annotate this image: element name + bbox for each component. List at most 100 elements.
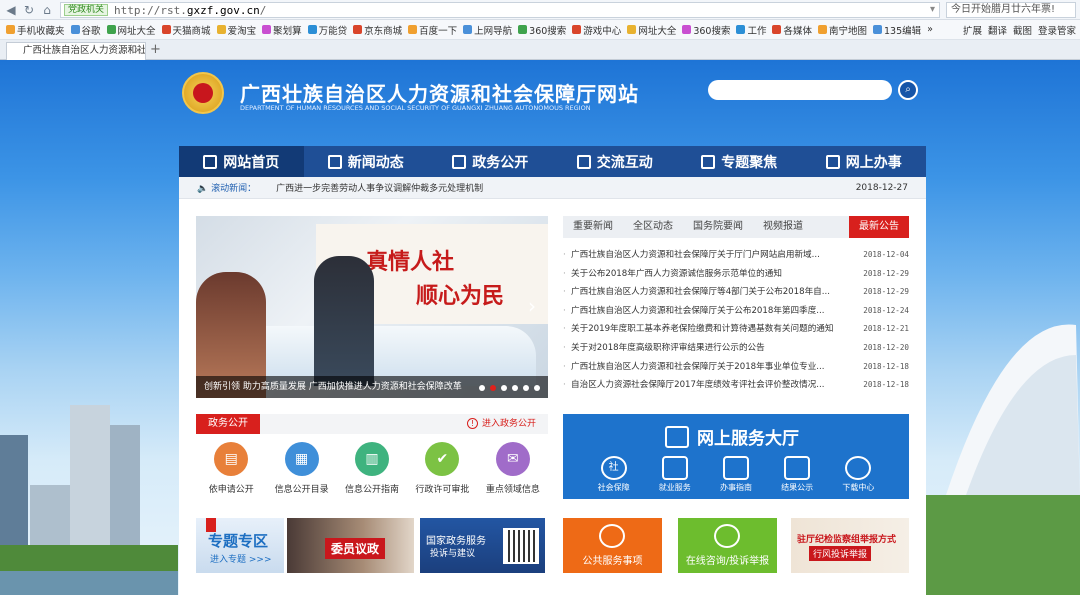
nav-topics[interactable]: 专题聚焦 <box>677 146 802 177</box>
gov-open-item[interactable]: ✔ 行政许可审批 <box>407 442 477 502</box>
topic-zone-banner[interactable]: 专题专区 进入专题 >>> <box>196 518 284 573</box>
online-service-hall[interactable]: 网上服务大厅 社社会保障 就业服务 办事指南 结果公示 下载中心 <box>563 414 909 499</box>
bookmark-item[interactable]: 手机收藏夹 <box>6 23 65 37</box>
bookmark-icon <box>627 25 637 34</box>
tab-strip: 广西壮族自治区人力资源和社 × + <box>0 40 1080 60</box>
slide-dot[interactable] <box>523 385 529 391</box>
bookmark-item[interactable]: 京东商城 <box>353 23 402 37</box>
monitor-icon <box>825 154 840 169</box>
committee-banner[interactable]: 委员议政 <box>287 518 414 573</box>
search-icon[interactable]: ⌕ <box>898 80 918 100</box>
toolbar-item[interactable]: 扩展 <box>963 23 982 37</box>
bookmark-item[interactable]: 爱淘宝 <box>216 23 256 37</box>
slide-caption-text: 创新引领 助力高质量发展 广西加快推进人力资源和社会保障改革 <box>204 382 462 392</box>
gov-service-banner[interactable]: 国家政务服务 投诉与建议 <box>420 518 545 573</box>
slide-dot[interactable] <box>479 385 485 391</box>
hall-item[interactable]: 办事指南 <box>720 456 752 493</box>
gov-open-item-label: 重点领域信息 <box>485 485 540 495</box>
home-icon[interactable]: ⌂ <box>40 3 54 17</box>
gov-open-item[interactable]: ▤ 依申请公开 <box>196 442 266 502</box>
bookmark-item[interactable]: 万能贷 <box>307 23 347 37</box>
news-tab[interactable]: 重要新闻 <box>563 216 623 238</box>
bookmark-item[interactable]: 各媒体 <box>772 23 812 37</box>
bookmark-item[interactable]: 网址大全 <box>106 23 156 37</box>
news-tab[interactable]: 视频报道 <box>753 216 813 238</box>
gov-open-link[interactable]: ! 进入政务公开 <box>466 414 536 434</box>
news-item[interactable]: · 广西壮族自治区人力资源和社会保障厅关于公布2018年第四季度... 2018-1… <box>563 302 909 321</box>
bookmark-icon <box>307 25 317 34</box>
news-item[interactable]: · 广西壮族自治区人力资源和社会保障厅关于厅门户网站启用新域... 2018-12-… <box>563 246 909 265</box>
bookmark-item[interactable]: 网址大全 <box>627 23 676 37</box>
bookmark-item[interactable]: 谷歌 <box>70 23 101 37</box>
news-title: 关于公布2018年广西人力资源诚信服务示范单位的通知 <box>571 268 782 279</box>
bookmark-item[interactable]: 南宁地图 <box>818 23 867 37</box>
slide-dots <box>474 385 540 391</box>
public-service-button[interactable]: 公共服务事项 <box>563 518 662 573</box>
discipline-line2: 行风投诉举报 <box>809 546 872 561</box>
hall-icon <box>665 425 689 448</box>
gov-open-item[interactable]: ✉ 重点领域信息 <box>478 442 548 502</box>
scroll-news-text[interactable]: 广西进一步完善劳动人事争议调解仲裁多元处理机制 <box>276 181 483 194</box>
news-item[interactable]: · 关于2019年度职工基本养老保险缴费和计算待遇基数有关问题的通知 2018-12… <box>563 320 909 339</box>
nav-online-service[interactable]: 网上办事 <box>802 146 927 177</box>
chevron-right-icon[interactable]: › <box>528 294 536 318</box>
hall-item[interactable]: 就业服务 <box>659 456 691 493</box>
bookmark-item[interactable]: 360搜索 <box>518 23 566 37</box>
bookmark-item[interactable]: 135编辑 <box>873 23 921 37</box>
bookmark-icon <box>572 25 582 34</box>
refresh-icon[interactable]: ↻ <box>22 3 36 17</box>
news-item[interactable]: · 自治区人力资源社会保障厅2017年度绩效考评社会评价整改情况... 2018-1… <box>563 376 909 395</box>
gov-open-label: 政务公开 <box>196 414 260 434</box>
nav-gov-open[interactable]: 政务公开 <box>428 146 553 177</box>
hall-item[interactable]: 下载中心 <box>842 456 874 493</box>
slide-dot[interactable] <box>501 385 507 391</box>
photo-slider[interactable]: 真情人社 顺心为民 › 创新引领 助力高质量发展 广西加快推进人力资源和社会保障… <box>196 216 548 398</box>
news-tab[interactable]: 国务院要闻 <box>683 216 753 238</box>
url-dropdown-icon[interactable]: ▾ <box>930 4 935 15</box>
ticker-field[interactable]: 今日开始腊月廿六年票! <box>946 2 1076 18</box>
slide-dot[interactable] <box>512 385 518 391</box>
nav-home[interactable]: 网站首页 <box>179 146 304 177</box>
news-item[interactable]: · 关于公布2018年广西人力资源诚信服务示范单位的通知 2018-12-29 <box>563 265 909 284</box>
bookmark-item[interactable]: 聚划算 <box>262 23 302 37</box>
news-item[interactable]: · 关于对2018年度高级职称评审结果进行公示的公告 2018-12-20 <box>563 339 909 358</box>
toolbar-item[interactable]: 翻译 <box>988 23 1007 37</box>
news-item[interactable]: · 广西壮族自治区人力资源和社会保障厅关于2018年事业单位专业... 2018-1… <box>563 358 909 377</box>
slide-caption[interactable]: 创新引领 助力高质量发展 广西加快推进人力资源和社会保障改革 <box>196 376 548 398</box>
nav-label: 网站首页 <box>223 154 280 171</box>
search-input[interactable] <box>708 80 892 100</box>
bookmarks-overflow[interactable]: » <box>927 24 933 35</box>
toolbar-item[interactable]: 截图 <box>1013 23 1032 37</box>
bookmark-item[interactable]: 360搜索 <box>682 23 730 37</box>
slide-calligraphy-1: 真情人社 <box>366 249 455 275</box>
bookmark-icon <box>682 25 692 34</box>
online-consult-button[interactable]: 在线咨询/投诉举报 <box>678 518 777 573</box>
toolbar-item[interactable]: 登录管家 <box>1038 23 1076 37</box>
bookmark-item[interactable]: 天猫商城 <box>161 23 211 37</box>
bookmark-label: 游戏中心 <box>583 25 622 37</box>
bookmark-item[interactable]: 工作 <box>736 23 766 37</box>
browser-tab[interactable]: 广西壮族自治区人力资源和社 × <box>6 42 146 60</box>
hall-item[interactable]: 结果公示 <box>781 456 813 493</box>
bookmark-item[interactable]: 上网导航 <box>463 23 512 37</box>
gov-open-item[interactable]: ▥ 信息公开指南 <box>337 442 407 502</box>
url-field[interactable]: 党政机关 http://rst.gxzf.gov.cn/ ▾ <box>60 2 940 18</box>
grid-icon <box>452 154 467 169</box>
hall-item[interactable]: 社社会保障 <box>598 456 630 493</box>
news-tab[interactable]: 最新公告 <box>849 216 909 238</box>
nav-news[interactable]: 新闻动态 <box>304 146 429 177</box>
news-date: 2018-12-29 <box>863 268 909 278</box>
gov-open-item[interactable]: ▦ 信息公开目录 <box>266 442 336 502</box>
bookmark-item[interactable]: 游戏中心 <box>572 23 621 37</box>
slide-dot[interactable] <box>534 385 540 391</box>
back-icon[interactable]: ◀ <box>4 3 18 17</box>
bookmark-item[interactable]: 百度一下 <box>408 23 457 37</box>
discipline-banner[interactable]: 驻厅纪检监察组举报方式 行风投诉举报 <box>791 518 909 573</box>
new-tab-button[interactable]: + <box>150 43 161 57</box>
tab-close-icon[interactable]: × <box>134 43 142 59</box>
news-tab[interactable]: 全区动态 <box>623 216 683 238</box>
scroll-news-date: 2018-12-27 <box>855 182 908 193</box>
slide-dot[interactable] <box>490 385 496 391</box>
nav-interaction[interactable]: 交流互动 <box>553 146 678 177</box>
news-item[interactable]: · 广西壮族自治区人力资源和社会保障厅等4部门关于公布2018年自... 2018-… <box>563 283 909 302</box>
